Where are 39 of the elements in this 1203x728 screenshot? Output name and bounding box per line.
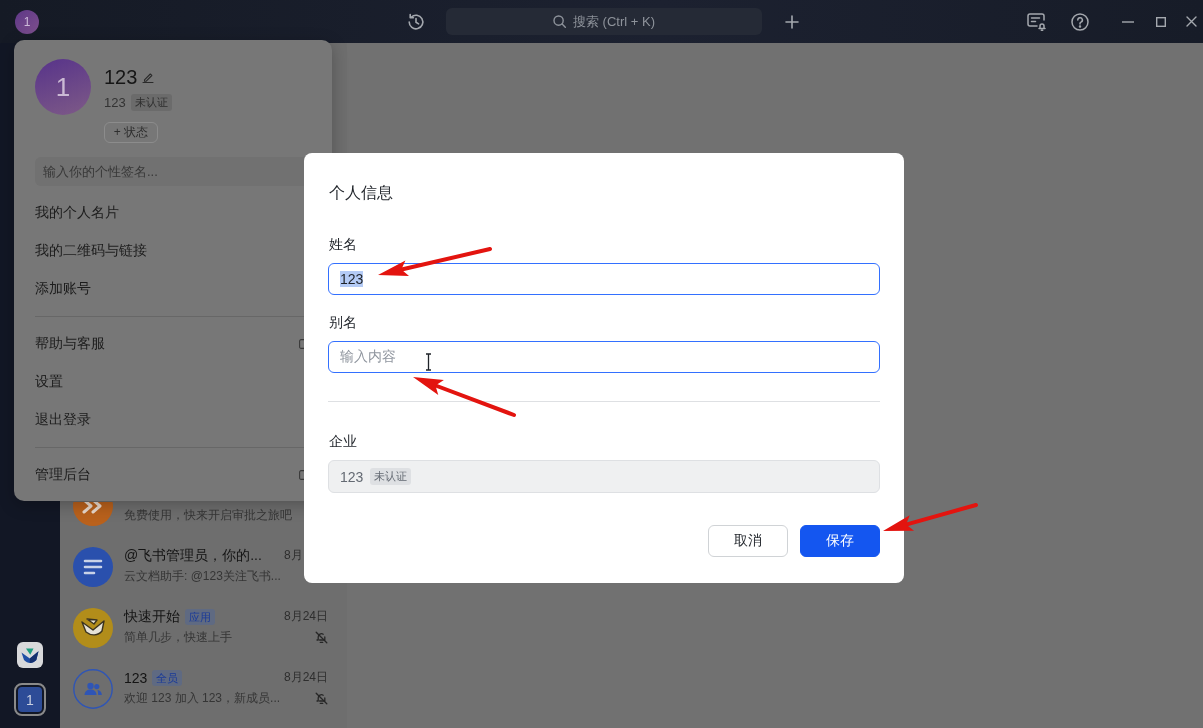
- tenant-avatar[interactable]: 1: [14, 683, 46, 716]
- chat-time: 8月24日: [284, 669, 330, 686]
- profile-avatar: 1: [35, 59, 91, 115]
- help-icon[interactable]: [1071, 12, 1089, 31]
- dialog-title: 个人信息: [328, 183, 393, 203]
- profile-name: 123: [104, 65, 138, 89]
- field-label: 企业: [328, 432, 357, 451]
- verification-tag: 未认证: [370, 468, 412, 485]
- chat-title[interactable]: @飞书管理员，你的...: [124, 546, 262, 565]
- maximize-icon[interactable]: [1156, 16, 1166, 27]
- document-avatar-icon: [73, 546, 113, 587]
- user-avatar[interactable]: 1: [15, 9, 39, 34]
- minimize-icon[interactable]: [1122, 20, 1134, 23]
- text-input[interactable]: 输入内容: [328, 341, 880, 373]
- paper-fold-avatar-icon: [73, 607, 113, 648]
- field-label: 别名: [328, 313, 357, 332]
- chat-time: 8月: [284, 547, 304, 564]
- pencil-icon[interactable]: [142, 71, 155, 83]
- field-label: 姓名: [328, 235, 357, 254]
- cancel-button[interactable]: 取消: [708, 525, 788, 557]
- chevron-avatar-icon: [73, 501, 113, 526]
- chat-time: 8月24日: [284, 608, 330, 625]
- chat-tag: 应用: [185, 608, 215, 625]
- tenant-name: 123: [104, 94, 126, 110]
- search-icon: [553, 15, 566, 28]
- close-icon[interactable]: [1186, 16, 1197, 27]
- history-icon[interactable]: [406, 11, 426, 32]
- text-input[interactable]: 123: [328, 263, 880, 295]
- search-field[interactable]: 搜索 (Ctrl + K): [446, 8, 762, 35]
- plus-icon[interactable]: [785, 14, 799, 29]
- company-field: 123 未认证: [328, 460, 880, 493]
- app-logo-icon[interactable]: [17, 642, 43, 668]
- inbox-bell-icon[interactable]: [1027, 12, 1046, 31]
- status-button[interactable]: + 状态: [104, 122, 158, 143]
- chat-title[interactable]: 123: [124, 669, 148, 686]
- chat-title[interactable]: 快速开始: [124, 607, 180, 626]
- save-button[interactable]: 保存: [800, 525, 880, 557]
- chat-tag: 全员: [152, 669, 183, 686]
- group-avatar-icon: [73, 668, 113, 709]
